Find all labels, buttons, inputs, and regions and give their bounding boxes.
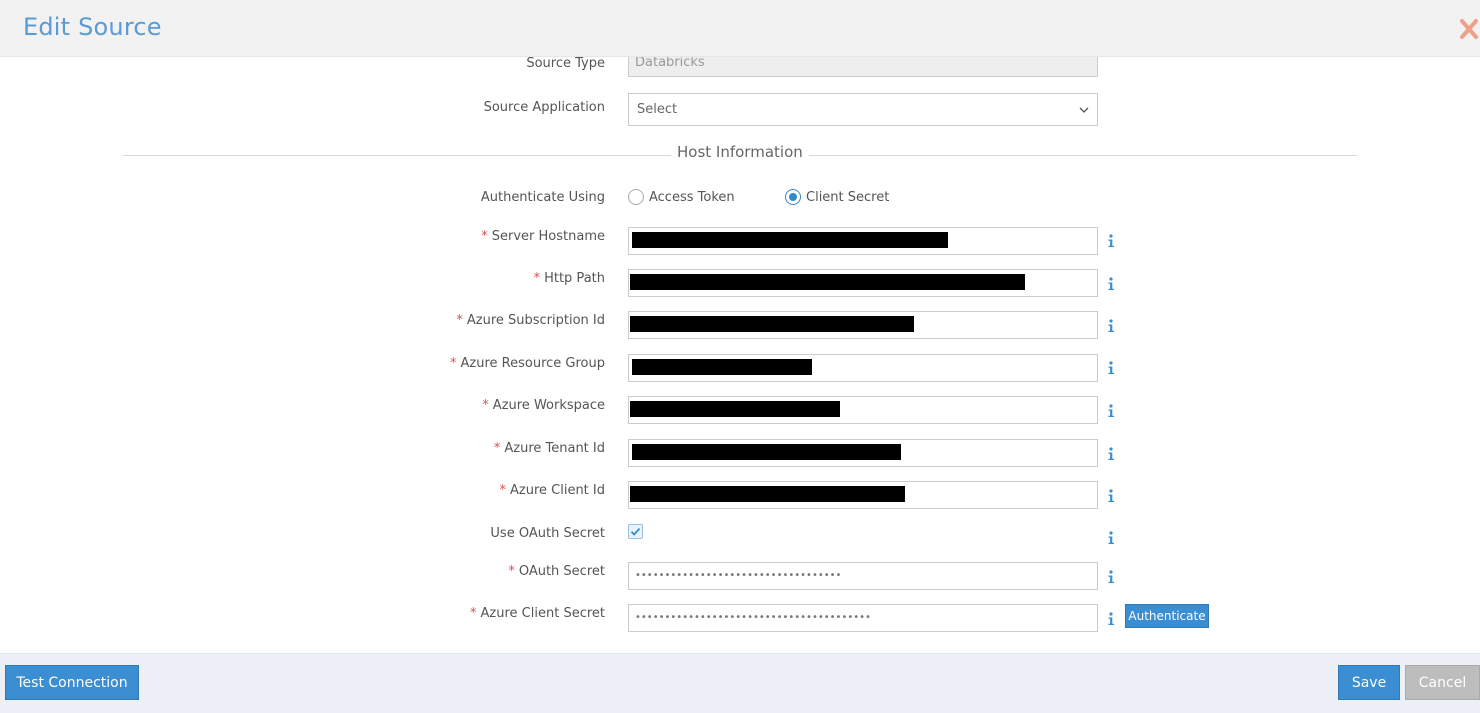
edit-source-modal: Edit Source Source Type Databricks Sourc… — [0, 0, 1480, 713]
save-button[interactable]: Save — [1338, 665, 1400, 700]
azure-tenant-id-label: * Azure Tenant Id — [493, 441, 605, 456]
azure-workspace-label: * Azure Workspace — [482, 398, 605, 413]
azure-resource-group-input[interactable] — [628, 354, 1098, 382]
azure-client-id-input[interactable] — [628, 481, 1098, 509]
section-title-host-information: Host Information — [671, 143, 809, 161]
info-icon[interactable] — [1106, 569, 1116, 583]
info-icon[interactable] — [1106, 403, 1116, 417]
http-path-label: * Http Path — [533, 271, 605, 286]
azure-client-secret-label: * Azure Client Secret — [470, 606, 605, 621]
azure-resource-group-label: * Azure Resource Group — [450, 356, 605, 371]
masked-value: ••••••••••••••••••••••••••••••••••• — [635, 570, 842, 581]
info-icon[interactable] — [1106, 530, 1116, 544]
chevron-down-icon — [1079, 107, 1089, 113]
radio-client-secret[interactable]: Client Secret — [785, 189, 889, 205]
checkmark-icon — [630, 527, 641, 536]
info-icon[interactable] — [1106, 318, 1116, 332]
authenticate-using-label: Authenticate Using — [480, 190, 605, 205]
source-application-label: Source Application — [483, 100, 605, 115]
azure-subscription-id-input[interactable] — [628, 311, 1098, 339]
info-icon[interactable] — [1106, 233, 1116, 247]
info-icon[interactable] — [1106, 611, 1116, 625]
radio-circle — [628, 189, 644, 205]
authenticate-button[interactable]: Authenticate — [1125, 604, 1209, 628]
radio-label: Client Secret — [806, 189, 890, 205]
modal-title: Edit Source — [23, 13, 162, 41]
http-path-input[interactable] — [628, 269, 1098, 297]
redacted-value — [632, 444, 901, 460]
source-type-label: Source Type — [526, 57, 605, 71]
azure-client-id-label: * Azure Client Id — [499, 483, 606, 498]
source-type-field: Databricks — [628, 57, 1098, 77]
use-oauth-secret-checkbox[interactable] — [628, 524, 643, 539]
server-hostname-input[interactable] — [628, 227, 1098, 255]
info-icon[interactable] — [1106, 488, 1116, 502]
azure-client-secret-input[interactable]: •••••••••••••••••••••••••••••••••••••••• — [628, 604, 1098, 632]
info-icon[interactable] — [1106, 360, 1116, 374]
modal-header: Edit Source — [0, 0, 1480, 57]
redacted-value — [632, 232, 948, 248]
masked-value: •••••••••••••••••••••••••••••••••••••••• — [635, 612, 871, 623]
redacted-value — [630, 486, 905, 502]
redacted-value — [630, 401, 840, 417]
close-icon[interactable] — [1458, 16, 1480, 42]
cancel-button[interactable]: Cancel — [1405, 665, 1480, 700]
modal-footer: Test Connection Save Cancel — [0, 653, 1480, 713]
modal-body: Source Type Databricks Source Applicatio… — [0, 57, 1480, 653]
server-hostname-label: * Server Hostname — [481, 229, 605, 244]
redacted-value — [630, 316, 914, 332]
azure-subscription-id-label: * Azure Subscription Id — [456, 313, 605, 328]
oauth-secret-input[interactable]: ••••••••••••••••••••••••••••••••••• — [628, 562, 1098, 590]
radio-label: Access Token — [649, 189, 735, 205]
source-application-value: Select — [637, 102, 678, 117]
test-connection-button[interactable]: Test Connection — [5, 665, 139, 700]
azure-tenant-id-input[interactable] — [628, 439, 1098, 467]
use-oauth-secret-label: Use OAuth Secret — [490, 526, 605, 541]
source-application-select[interactable]: Select — [628, 93, 1098, 126]
info-icon[interactable] — [1106, 276, 1116, 290]
oauth-secret-label: * OAuth Secret — [508, 564, 605, 579]
radio-access-token[interactable]: Access Token — [628, 189, 735, 205]
redacted-value — [630, 274, 1025, 290]
azure-workspace-input[interactable] — [628, 396, 1098, 424]
redacted-value — [632, 359, 812, 375]
info-icon[interactable] — [1106, 446, 1116, 460]
radio-circle-selected — [785, 189, 801, 205]
